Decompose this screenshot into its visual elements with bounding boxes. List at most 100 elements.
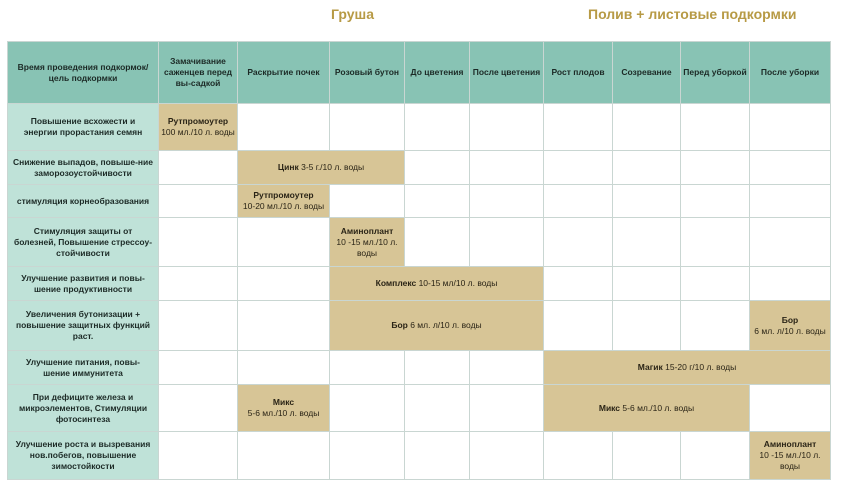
empty-cell <box>158 184 238 218</box>
stage-header: Созревание <box>612 41 681 104</box>
empty-cell <box>404 217 470 267</box>
empty-cell <box>543 431 613 480</box>
table-row: Снижение выпадов, повыше-ние заморозоуст… <box>7 150 831 185</box>
product-cell: Бор 6 мл. л/10 л. воды <box>329 300 544 351</box>
product-dose: 5-6 мл./10 л. воды <box>622 402 695 413</box>
goal-cell: При дефиците железа и микроэлементов, Ст… <box>7 384 159 432</box>
goal-cell: Улучшение питания, повы-шение иммунитета <box>7 350 159 385</box>
product-name: Бор <box>781 314 799 325</box>
empty-cell <box>404 103 470 151</box>
empty-cell <box>237 350 330 385</box>
empty-cell <box>158 217 238 267</box>
table-row: стимуляция корнеобразования Рутпромоутер 1… <box>7 184 831 218</box>
table-row: Улучшение питания, повы-шение иммунитета… <box>7 350 831 385</box>
empty-cell <box>543 300 613 351</box>
product-name: Аминоплант <box>763 439 817 449</box>
product-cell: Микс 5-6 мл./10 л. воды <box>543 384 750 432</box>
empty-cell <box>158 300 238 351</box>
empty-cell <box>749 384 831 432</box>
product-name: Аминоплант <box>340 225 394 236</box>
empty-cell <box>543 103 613 151</box>
product-name: Бор <box>391 320 408 330</box>
product-dose: 6 мл. л/10 л. воды <box>754 325 826 336</box>
empty-cell <box>158 384 238 432</box>
product-cell: Бор 6 мл. л/10 л. воды <box>749 300 831 351</box>
section-title: Полив + листовые подкормки <box>588 6 797 22</box>
empty-cell <box>680 431 750 480</box>
empty-cell <box>612 103 681 151</box>
empty-cell <box>543 184 613 218</box>
empty-cell <box>237 217 330 267</box>
empty-cell <box>404 184 470 218</box>
empty-cell <box>680 300 750 351</box>
product-name: Цинк <box>277 162 299 172</box>
table-row: Повышение всхожести и энергии прорастани… <box>7 103 831 151</box>
empty-cell <box>612 217 681 267</box>
product-dose: 10-15 мл/10 л. воды <box>418 278 498 288</box>
feeding-schedule-table: Время проведения подкормок/ цель подкорм… <box>7 41 831 480</box>
goal-cell: Улучшение развития и повы-шение продукти… <box>7 266 159 301</box>
empty-cell <box>237 266 330 301</box>
empty-cell <box>469 431 544 480</box>
product-name: Рутпромоутер <box>167 116 229 126</box>
empty-cell <box>749 150 831 185</box>
empty-cell <box>680 217 750 267</box>
goal-cell: Снижение выпадов, повыше-ние заморозоуст… <box>7 150 159 185</box>
crop-title: Груша <box>331 6 375 22</box>
product-cell: Рутпромоутер 10-20 мл./10 л. воды <box>237 184 330 218</box>
product-name: Микс <box>598 402 621 413</box>
product-dose: 10 -15 мл./10 л. воды <box>336 236 398 258</box>
empty-cell <box>680 266 750 301</box>
stage-header: После цветения <box>469 41 544 104</box>
empty-cell <box>158 266 238 301</box>
empty-cell <box>612 266 681 301</box>
empty-cell <box>237 300 330 351</box>
stage-header: До цветения <box>404 41 470 104</box>
empty-cell <box>749 103 831 151</box>
stage-header: Перед уборкой <box>680 41 750 104</box>
product-name: Рутпромоутер <box>253 190 314 200</box>
stage-header: Рост плодов <box>543 41 613 104</box>
empty-cell <box>543 217 613 267</box>
empty-cell <box>469 217 544 267</box>
empty-cell <box>329 431 405 480</box>
product-name: Микс <box>272 397 295 407</box>
empty-cell <box>612 184 681 218</box>
empty-cell <box>680 150 750 185</box>
empty-cell <box>469 150 544 185</box>
empty-cell <box>749 184 831 218</box>
table-row: Улучшение роста и вызревания нов.побегов… <box>7 431 831 480</box>
stage-header: Раскрытие почек <box>237 41 330 104</box>
empty-cell <box>158 350 238 385</box>
goal-cell: Улучшение роста и вызревания нов.побегов… <box>7 431 159 480</box>
empty-cell <box>469 350 544 385</box>
empty-cell <box>680 103 750 151</box>
goal-cell: Повышение всхожести и энергии прорастани… <box>7 103 159 151</box>
empty-cell <box>329 350 405 385</box>
product-cell: Магик 15-20 г/10 л. воды <box>543 350 831 385</box>
product-name: Магик <box>637 362 663 372</box>
table-row: Улучшение развития и повы-шение продукти… <box>7 266 831 301</box>
table-row: Увеличения бутонизации + повышение защит… <box>7 300 831 351</box>
product-dose: 3-5 г./10 л. воды <box>301 162 365 172</box>
product-cell: Микс 5-6 мл./10 л. воды <box>237 384 330 432</box>
empty-cell <box>404 350 470 385</box>
product-dose: 5-6 мл./10 л. воды <box>247 408 320 418</box>
empty-cell <box>158 431 238 480</box>
stage-header: Розовый бутон <box>329 41 405 104</box>
stage-header: После уборки <box>749 41 831 104</box>
empty-cell <box>237 431 330 480</box>
empty-cell <box>469 184 544 218</box>
product-dose: 15-20 г/10 л. воды <box>665 362 737 372</box>
goal-cell: стимуляция корнеобразования <box>7 184 159 218</box>
empty-cell <box>329 103 405 151</box>
stage-header: Замачивание саженцев перед вы-садкой <box>158 41 238 104</box>
goal-cell: Стимуляция защиты от болезней, Повышение… <box>7 217 159 267</box>
empty-cell <box>329 184 405 218</box>
empty-cell <box>543 150 613 185</box>
product-dose: 6 мл. л/10 л. воды <box>410 320 482 330</box>
empty-cell <box>543 266 613 301</box>
product-cell: Аминоплант 10 -15 мл./10 л. воды <box>329 217 405 267</box>
product-dose: 10 -15 мл./10 л. воды <box>759 450 821 471</box>
empty-cell <box>612 150 681 185</box>
